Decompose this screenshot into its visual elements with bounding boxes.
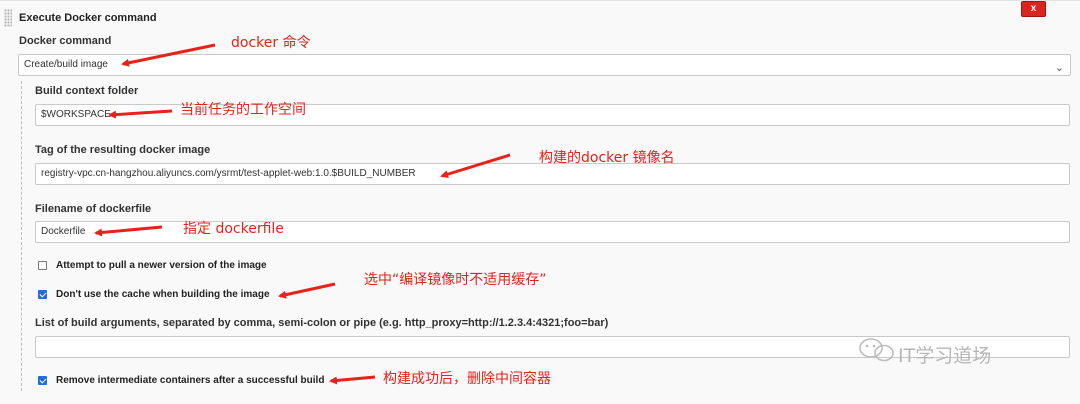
annotation-remove: 构建成功后，删除中间容器 bbox=[383, 371, 551, 387]
annotation-context: 当前任务的工作空间 bbox=[180, 102, 306, 118]
watermark-text: IT学习道场 bbox=[898, 345, 992, 367]
arrow-nocache bbox=[278, 282, 336, 299]
arrow-image-name bbox=[440, 153, 511, 179]
arrow-docker-cmd bbox=[121, 43, 216, 67]
wechat-icon bbox=[859, 338, 894, 362]
arrow-remove bbox=[329, 375, 376, 385]
arrow-context bbox=[108, 109, 173, 119]
annotation-nocache: 选中“编译镜像时不适用缓存” bbox=[364, 272, 547, 288]
arrow-dockerfile bbox=[94, 225, 163, 237]
annotation-dockerfile: 指定 dockerfile bbox=[183, 221, 284, 237]
annotation-image-name: 构建的docker 镜像名 bbox=[539, 150, 675, 166]
annotation-docker-cmd: docker 命令 bbox=[231, 35, 311, 51]
